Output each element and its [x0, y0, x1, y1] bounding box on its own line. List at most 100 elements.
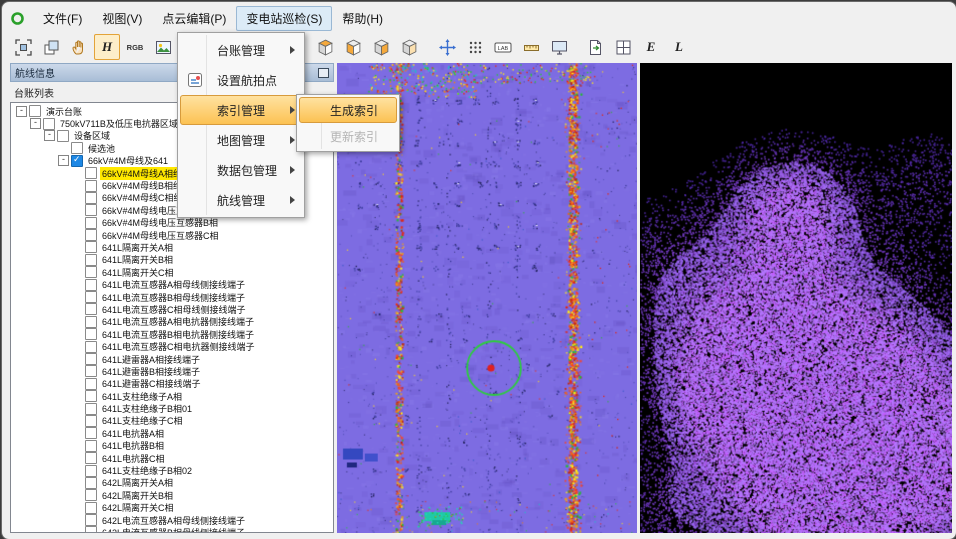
height-colormap-button[interactable]: H — [94, 34, 120, 60]
tree-checkbox[interactable] — [85, 279, 97, 291]
tree-node-label[interactable]: 641L支柱绝缘子C相 — [100, 414, 185, 427]
tree-row[interactable]: 641L支柱绝缘子C相 — [13, 415, 333, 427]
rgb-colormap-button[interactable]: RGB — [122, 34, 148, 60]
tree-node-label[interactable]: 642L隔离开关A相 — [100, 476, 175, 489]
tree-checkbox[interactable] — [85, 477, 97, 489]
tree-checkbox[interactable] — [85, 526, 97, 533]
tree-row[interactable]: 642L隔离开关A相 — [13, 477, 333, 489]
tree-checkbox[interactable] — [85, 254, 97, 266]
tree-node-label[interactable]: 641L电流互感器A相电抗器侧接线端子 — [100, 315, 256, 328]
menu-item-ledger-management[interactable]: 台账管理 — [180, 35, 302, 65]
tree-row[interactable]: 641L电流互感器A相电抗器侧接线端子 — [13, 316, 333, 328]
tree-node-label[interactable]: 641L支柱绝缘子B相01 — [100, 402, 194, 415]
tree-checkbox[interactable] — [85, 316, 97, 328]
tree-node-label[interactable]: 66kV#4M母线电压互感器C相 — [100, 229, 221, 242]
tree-node-label[interactable]: 641L隔离开关A相 — [100, 241, 175, 254]
tree-node-label[interactable]: 641L电抗器C相 — [100, 452, 167, 465]
tree-row[interactable]: 641L隔离开关B相 — [13, 254, 333, 266]
tree-node-label[interactable]: 642L电流互感器A相母线侧接线端子 — [100, 514, 247, 527]
tree-checkbox[interactable] — [85, 353, 97, 365]
tree-checkbox[interactable] — [85, 241, 97, 253]
zoom-extents-button[interactable] — [10, 34, 36, 60]
tree-node-label[interactable]: 641L避雷器C相接线端子 — [100, 377, 203, 390]
tree-checkbox[interactable] — [71, 142, 83, 154]
tree-checkbox[interactable] — [85, 180, 97, 192]
view-iso-button[interactable] — [396, 34, 422, 60]
tree-checkbox[interactable] — [29, 105, 41, 117]
tree-node-label[interactable]: 66kV#4M母线电压互感器B相 — [100, 216, 220, 229]
tree-row[interactable]: 641L避雷器B相接线端子 — [13, 365, 333, 377]
tree-row[interactable]: 641L电流互感器B相母线侧接线端子 — [13, 291, 333, 303]
tree-checkbox[interactable] — [85, 489, 97, 501]
tree-checkbox[interactable] — [85, 266, 97, 278]
tree-checkbox[interactable] — [85, 328, 97, 340]
tree-row[interactable]: 641L避雷器A相接线端子 — [13, 353, 333, 365]
view-top-button[interactable] — [312, 34, 338, 60]
tree-checkbox[interactable] — [85, 204, 97, 216]
pan-hand-button[interactable] — [66, 34, 92, 60]
menu-file[interactable]: 文件(F) — [33, 6, 92, 31]
point-sample-button[interactable] — [462, 34, 488, 60]
tree-checkbox[interactable] — [85, 192, 97, 204]
tree-checkbox[interactable] — [85, 403, 97, 415]
display-button[interactable] — [546, 34, 572, 60]
tree-row[interactable]: 642L隔离开关B相 — [13, 489, 333, 501]
tree-node-label[interactable]: 641L电流互感器B相电抗器侧接线端子 — [100, 328, 256, 341]
view-side-button[interactable] — [368, 34, 394, 60]
tree-node-label[interactable]: 641L电流互感器C相电抗器侧接线端子 — [100, 340, 257, 353]
tree-row[interactable]: 641L支柱绝缘子B相02 — [13, 464, 333, 476]
tree-checkbox[interactable] — [85, 440, 97, 452]
tree-checkbox[interactable] — [85, 514, 97, 526]
collapse-icon[interactable]: - — [58, 155, 69, 166]
tree-checkbox[interactable] — [85, 378, 97, 390]
tree-row[interactable]: 641L隔离开关C相 — [13, 266, 333, 278]
menu-item-datapack-management[interactable]: 数据包管理 — [180, 155, 302, 185]
tree-node-label[interactable]: 750kV711B及低压电抗器区域 — [58, 117, 180, 130]
tree-checkbox[interactable] — [85, 452, 97, 464]
tree-row[interactable]: 641L电流互感器C相母线侧接线端子 — [13, 303, 333, 315]
menu-item-route-management[interactable]: 航线管理 — [180, 185, 302, 215]
menu-item-update-index[interactable]: 更新索引 — [299, 123, 397, 149]
menu-item-index-management[interactable]: 索引管理 — [180, 95, 302, 125]
view-front-button[interactable] — [340, 34, 366, 60]
tree-node-label[interactable]: 641L支柱绝缘子B相02 — [100, 464, 194, 477]
tree-node-label[interactable]: 641L隔离开关C相 — [100, 266, 176, 279]
tree-checkbox[interactable] — [57, 130, 69, 142]
tree-node-label[interactable]: 641L电流互感器A相母线侧接线端子 — [100, 278, 247, 291]
collapse-icon[interactable]: - — [30, 118, 41, 129]
export-button[interactable] — [582, 34, 608, 60]
tree-row[interactable]: 66kV#4M母线电压互感器C相 — [13, 229, 333, 241]
pointcloud-3d-view[interactable] — [640, 63, 952, 533]
tree-node-label[interactable]: 演示台账 — [44, 105, 84, 118]
tree-checkbox[interactable] — [85, 502, 97, 514]
tree-checkbox[interactable] — [85, 291, 97, 303]
tree-checkbox[interactable] — [85, 390, 97, 402]
tree-row[interactable]: 641L电流互感器C相电抗器侧接线端子 — [13, 340, 333, 352]
elevation-button[interactable]: E — [638, 34, 664, 60]
tree-node-label[interactable]: 641L支柱绝缘子A相 — [100, 390, 184, 403]
collapse-icon[interactable]: - — [16, 106, 27, 117]
tree-node-label[interactable]: 641L电抗器A相 — [100, 427, 166, 440]
tree-node-label[interactable]: 641L电流互感器C相母线侧接线端子 — [100, 303, 248, 316]
menu-view[interactable]: 视图(V) — [92, 6, 152, 31]
menu-substation-inspection[interactable]: 变电站巡检(S) — [236, 6, 332, 31]
move-axis-button[interactable] — [434, 34, 460, 60]
grid-view-button[interactable] — [610, 34, 636, 60]
line-button[interactable]: L — [666, 34, 692, 60]
tree-checkbox[interactable] — [85, 465, 97, 477]
tree-node-label[interactable]: 642L电流互感器B相母线侧接线端子 — [100, 526, 247, 533]
tree-node-label[interactable]: 641L避雷器B相接线端子 — [100, 365, 202, 378]
tree-node-label[interactable]: 642L隔离开关B相 — [100, 489, 175, 502]
tree-row[interactable]: 641L支柱绝缘子A相 — [13, 390, 333, 402]
menu-item-set-waypoint[interactable]: 设置航拍点 — [180, 65, 302, 95]
tree-row[interactable]: 641L支柱绝缘子B相01 — [13, 402, 333, 414]
tree-row[interactable]: 641L电抗器C相 — [13, 452, 333, 464]
tree-row[interactable]: 641L电抗器B相 — [13, 440, 333, 452]
tree-checkbox[interactable] — [85, 167, 97, 179]
image-view-button[interactable] — [150, 34, 176, 60]
tree-checkbox[interactable] — [85, 303, 97, 315]
tree-node-label[interactable]: 642L隔离开关C相 — [100, 501, 176, 514]
tree-node-label[interactable]: 641L避雷器A相接线端子 — [100, 353, 202, 366]
menu-pointcloud-edit[interactable]: 点云编辑(P) — [152, 6, 236, 31]
tree-checkbox[interactable] — [85, 341, 97, 353]
